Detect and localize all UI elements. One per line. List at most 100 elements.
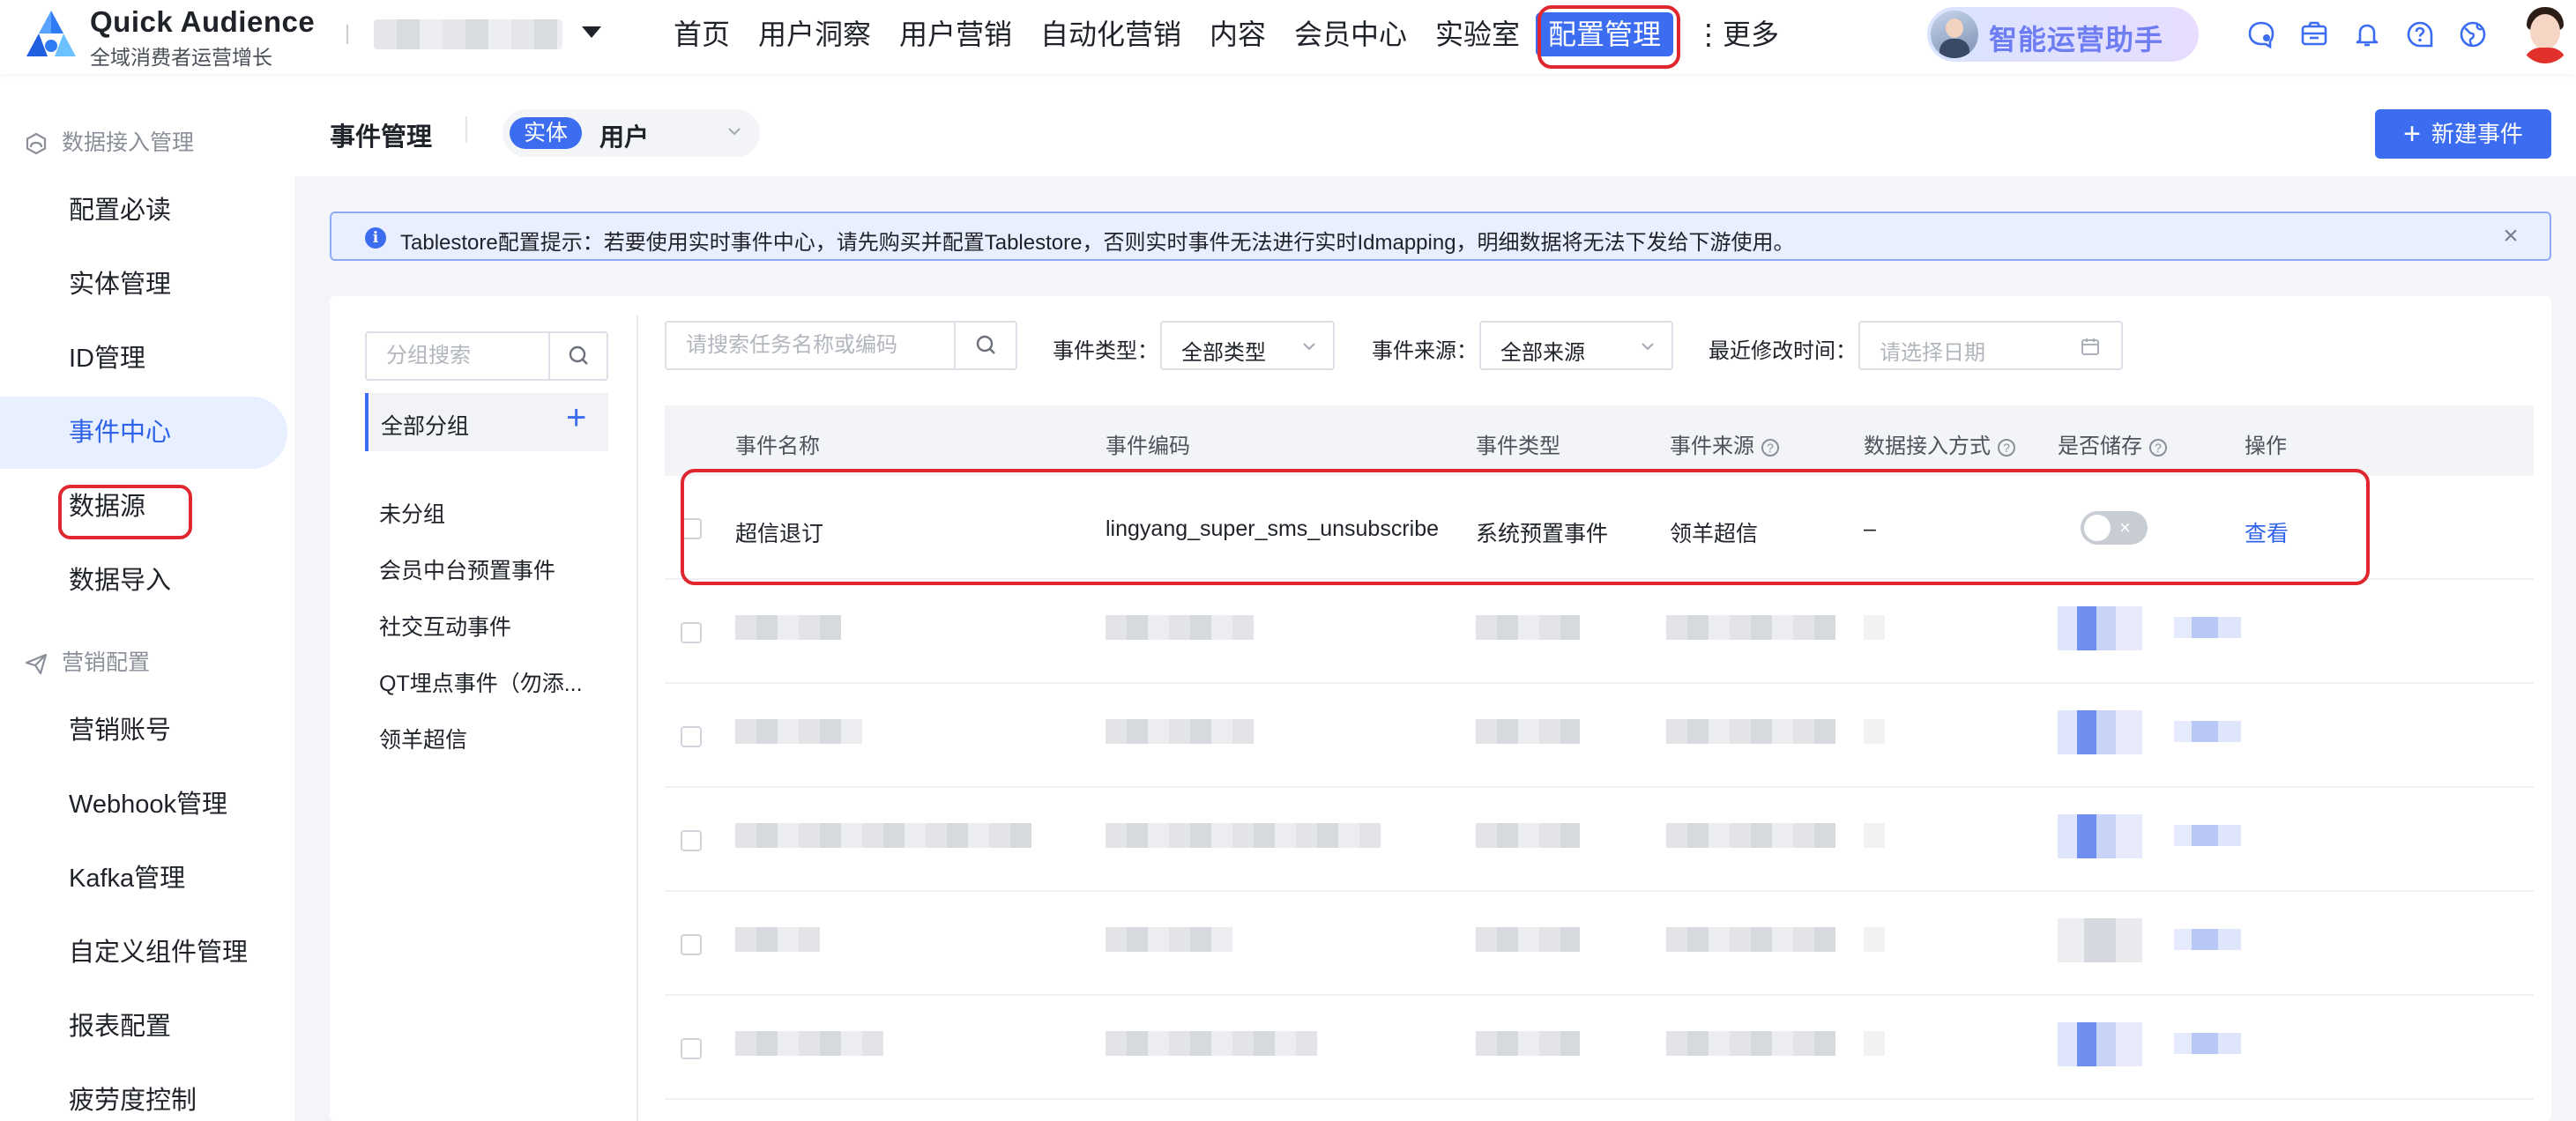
calendar-icon (2081, 337, 2100, 356)
group-item-ungrouped[interactable]: 未分组 (379, 497, 445, 529)
sidebar-item-fatigue-control[interactable]: 疲劳度控制 (0, 1065, 287, 1121)
sidebar-item-marketing-account[interactable]: 营销账号 (0, 694, 287, 767)
header-divider (346, 25, 348, 44)
bell-icon[interactable] (2352, 19, 2382, 49)
date-picker[interactable]: 请选择日期 (1858, 321, 2123, 370)
smart-assistant-button[interactable]: 智能运营助手 (1927, 7, 2199, 62)
row-checkbox[interactable] (681, 934, 702, 955)
chevron-down-icon[interactable] (726, 123, 742, 139)
sidebar-item-id-management[interactable]: ID管理 (0, 323, 287, 395)
sidebar-group-marketing-config: 营销配置 (23, 645, 150, 680)
group-search (365, 331, 608, 381)
sidebar-item-custom-components[interactable]: 自定义组件管理 (0, 917, 287, 989)
help-icon[interactable]: ? (1998, 439, 2015, 457)
nav-more[interactable]: ⋮更多 (1694, 12, 1779, 56)
nav-user-insight[interactable]: 用户洞察 (758, 12, 871, 56)
sidebar-item-event-center[interactable]: 事件中心 (0, 397, 287, 469)
user-avatar[interactable] (2518, 4, 2572, 63)
col-event-code: 事件编码 (1106, 434, 1190, 458)
group-search-button[interactable] (548, 333, 607, 379)
nav-automation-marketing[interactable]: 自动化营销 (1040, 12, 1181, 56)
group-item-social[interactable]: 社交互动事件 (379, 610, 511, 642)
sidebar-group-data-access: 数据接入管理 (23, 125, 194, 160)
top-header: Quick Audience 全域消费者运营增长 首页 用户洞察 用户营销 自动… (0, 0, 2576, 74)
group-all-label: 全部分组 (381, 414, 470, 439)
nav-home[interactable]: 首页 (674, 12, 730, 56)
modified-time-label: 最近修改时间： (1709, 339, 1857, 363)
info-icon: i (365, 227, 386, 249)
highlight-ring-config-nav (1537, 5, 1680, 69)
page-title: 事件管理 (330, 123, 433, 152)
event-source-label: 事件来源： (1372, 339, 1478, 363)
highlight-ring-event-row (681, 469, 2370, 585)
entity-tag: 实体 (510, 117, 583, 149)
help-icon[interactable] (2405, 19, 2435, 49)
add-group-icon[interactable]: + (566, 398, 586, 438)
tenant-selector-redacted[interactable] (374, 19, 562, 49)
row-checkbox[interactable] (681, 622, 702, 643)
sidebar-item-data-import[interactable]: 数据导入 (0, 545, 287, 617)
event-source-value: 全部来源 (1500, 341, 1585, 365)
nav-user-marketing[interactable]: 用户营销 (899, 12, 1012, 56)
nav-content[interactable]: 内容 (1210, 12, 1266, 56)
sidebar: 数据接入管理 配置必读 实体管理 ID管理 事件中心 数据源 数据导入 营销配置… (0, 74, 294, 1121)
sidebar-group-label: 营销配置 (62, 650, 151, 675)
chevron-down-icon (1640, 338, 1656, 354)
group-search-input[interactable] (367, 333, 548, 379)
table-row-redacted (665, 788, 2534, 892)
header-divider (465, 116, 467, 143)
cloud-icon (23, 130, 49, 157)
col-event-source: 事件来源? (1670, 428, 1779, 459)
event-search-input[interactable] (666, 323, 950, 368)
nav-lab[interactable]: 实验室 (1435, 12, 1520, 56)
plus-icon: + (2403, 117, 2421, 151)
row-checkbox[interactable] (681, 1038, 702, 1059)
table-row-redacted (665, 996, 2534, 1100)
event-type-label: 事件类型： (1053, 339, 1158, 363)
row-checkbox[interactable] (681, 830, 702, 851)
event-type-value: 全部类型 (1181, 341, 1266, 365)
highlight-ring-event-center (58, 485, 192, 539)
col-stored: 是否储存? (2058, 428, 2167, 459)
brand-title: Quick Audience (90, 5, 316, 38)
ai-chat-icon[interactable] (2246, 19, 2276, 49)
event-source-select[interactable]: 全部来源 (1479, 321, 1673, 370)
caret-down-icon[interactable] (582, 26, 601, 38)
table-row-redacted (665, 684, 2534, 788)
sidebar-item-kafka[interactable]: Kafka管理 (0, 843, 287, 915)
event-list-card: 全部分组 + 未分组 会员中台预置事件 社交互动事件 QT埋点事件（勿添... … (330, 296, 2551, 1121)
group-item-qt-tracking[interactable]: QT埋点事件（勿添... (379, 666, 583, 698)
sidebar-item-report-config[interactable]: 报表配置 (0, 991, 287, 1063)
message-box-icon[interactable] (2299, 19, 2329, 49)
group-item-all[interactable]: 全部分组 + (365, 393, 608, 451)
content-header: 事件管理 实体 用户 + 新建事件 (294, 74, 2576, 176)
row-checkbox[interactable] (681, 726, 702, 747)
event-search (665, 321, 1017, 370)
sidebar-item-entity-management[interactable]: 实体管理 (0, 249, 287, 321)
send-icon (23, 650, 49, 677)
col-access-method: 数据接入方式? (1864, 428, 2015, 459)
language-icon[interactable] (2458, 19, 2488, 49)
nav-member-center[interactable]: 会员中心 (1294, 12, 1407, 56)
table-header: 事件名称 事件编码 事件类型 事件来源? 数据接入方式? 是否储存? 操作 (665, 405, 2534, 476)
col-actions: 操作 (2245, 434, 2287, 458)
alert-text: Tablestore配置提示：若要使用实时事件中心，请先购买并配置Tablest… (400, 231, 1795, 255)
group-item-lingyang-sms[interactable]: 领羊超信 (379, 723, 467, 754)
close-icon[interactable]: × (2497, 222, 2525, 250)
quick-audience-logo-icon[interactable] (23, 7, 79, 62)
date-placeholder: 请选择日期 (1880, 341, 1985, 365)
table-row-redacted (665, 580, 2534, 684)
help-icon[interactable]: ? (1761, 439, 1779, 457)
table-row-redacted (665, 892, 2534, 996)
tablestore-alert: i Tablestore配置提示：若要使用实时事件中心，请先购买并配置Table… (330, 212, 2551, 261)
sidebar-item-config-readme[interactable]: 配置必读 (0, 174, 287, 247)
entity-selector[interactable]: 实体 用户 (503, 109, 760, 157)
new-event-button[interactable]: + 新建事件 (2375, 109, 2551, 159)
col-event-name: 事件名称 (735, 434, 820, 458)
event-type-select[interactable]: 全部类型 (1160, 321, 1335, 370)
help-icon[interactable]: ? (2149, 439, 2167, 457)
event-search-button[interactable] (954, 323, 1016, 368)
group-item-member-preset[interactable]: 会员中台预置事件 (379, 553, 555, 585)
sidebar-item-webhook[interactable]: Webhook管理 (0, 768, 287, 841)
assistant-avatar (1931, 11, 1978, 58)
